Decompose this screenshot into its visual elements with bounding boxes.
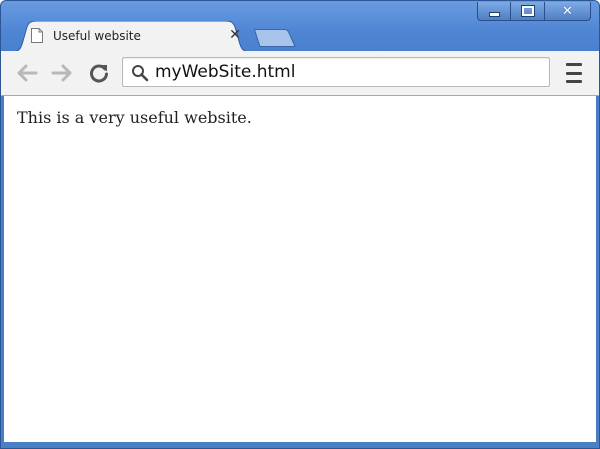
search-icon <box>132 65 149 82</box>
arrow-right-icon <box>51 64 72 82</box>
reload-button[interactable] <box>87 61 111 85</box>
tab-useful-website[interactable]: Useful website ✕ <box>11 21 251 52</box>
page-icon <box>31 28 43 43</box>
window-controls: ✕ <box>477 2 591 21</box>
tab-title: Useful website <box>53 29 141 43</box>
maximize-icon <box>520 5 535 17</box>
forward-button[interactable] <box>50 61 74 85</box>
page-body-text: This is a very useful website. <box>17 108 252 127</box>
maximize-button[interactable] <box>511 2 545 21</box>
reload-icon <box>90 64 108 83</box>
arrow-left-icon <box>17 64 38 82</box>
title-bar: ✕ Useful website ✕ <box>1 1 599 52</box>
address-bar[interactable] <box>122 57 550 87</box>
minimize-button[interactable] <box>477 2 511 21</box>
back-button[interactable] <box>15 61 39 85</box>
close-icon: ✕ <box>562 3 573 19</box>
browser-window: ✕ Useful website ✕ myWebSite.html This i… <box>0 0 600 449</box>
close-tab-icon[interactable]: ✕ <box>227 27 243 43</box>
window-bottom-border <box>1 442 599 448</box>
close-window-button[interactable]: ✕ <box>545 2 591 21</box>
minimize-icon <box>488 11 500 17</box>
address-input[interactable] <box>155 61 535 83</box>
new-tab-button[interactable] <box>254 29 296 47</box>
hamburger-menu-icon[interactable] <box>564 63 584 83</box>
toolbar <box>1 51 599 96</box>
page-content: This is a very useful website. <box>4 96 596 443</box>
